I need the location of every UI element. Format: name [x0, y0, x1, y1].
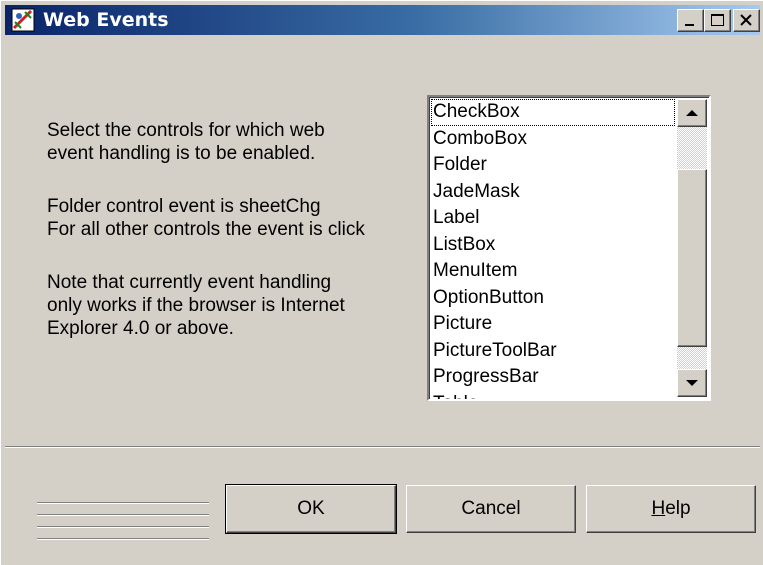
description-line-7: Explorer 4.0 or above.: [47, 318, 234, 339]
description-line-5: Note that currently event handling: [47, 272, 332, 293]
list-item[interactable]: ComboBox: [431, 126, 675, 153]
description-line-2: event handling is to be enabled.: [47, 143, 316, 164]
separator-line: [5, 446, 760, 448]
list-item[interactable]: CheckBox: [431, 99, 675, 126]
maximize-button[interactable]: [704, 9, 731, 32]
help-accelerator: H: [651, 498, 666, 519]
list-item[interactable]: Label: [431, 205, 675, 232]
scroll-down-button[interactable]: [677, 369, 707, 397]
close-button[interactable]: [733, 9, 760, 32]
description-line-6: only works if the browser is Internet: [47, 295, 345, 316]
web-events-app-icon: [11, 8, 35, 32]
list-item[interactable]: OptionButton: [431, 285, 675, 312]
maximize-icon: [711, 14, 724, 26]
controls-listbox[interactable]: CheckBox ComboBox Folder JadeMask Label …: [427, 95, 711, 401]
list-item[interactable]: JadeMask: [431, 179, 675, 206]
description-line-1: Select the controls for which web: [47, 120, 325, 141]
close-icon: [740, 14, 752, 26]
list-item[interactable]: Table: [431, 391, 675, 400]
list-item[interactable]: ListBox: [431, 232, 675, 259]
controls-list-items: CheckBox ComboBox Folder JadeMask Label …: [431, 99, 675, 400]
description-line-4: For all other controls the event is clic…: [47, 219, 365, 240]
arrow-up-icon: [686, 110, 698, 116]
list-item[interactable]: Picture: [431, 311, 675, 338]
window-title: Web Events: [43, 9, 169, 31]
minimize-button[interactable]: [677, 9, 704, 32]
description-line-3: Folder control event is sheetChg: [47, 196, 321, 217]
list-item[interactable]: ProgressBar: [431, 364, 675, 391]
title-bar[interactable]: Web Events: [5, 5, 760, 35]
list-scrollbar[interactable]: [677, 99, 707, 397]
grip-lines: [37, 502, 209, 540]
help-button[interactable]: Help: [586, 485, 756, 533]
arrow-down-icon: [686, 380, 698, 386]
scroll-thumb[interactable]: [677, 169, 707, 347]
help-label-rest: elp: [665, 498, 691, 519]
minimize-icon: [685, 24, 694, 26]
list-item[interactable]: Folder: [431, 152, 675, 179]
list-item[interactable]: PictureToolBar: [431, 338, 675, 365]
scroll-up-button[interactable]: [677, 99, 707, 127]
web-events-dialog: Web Events Select the controls for which…: [0, 0, 763, 565]
cancel-button[interactable]: Cancel: [406, 485, 576, 533]
list-item[interactable]: MenuItem: [431, 258, 675, 285]
ok-button[interactable]: OK: [225, 484, 397, 534]
